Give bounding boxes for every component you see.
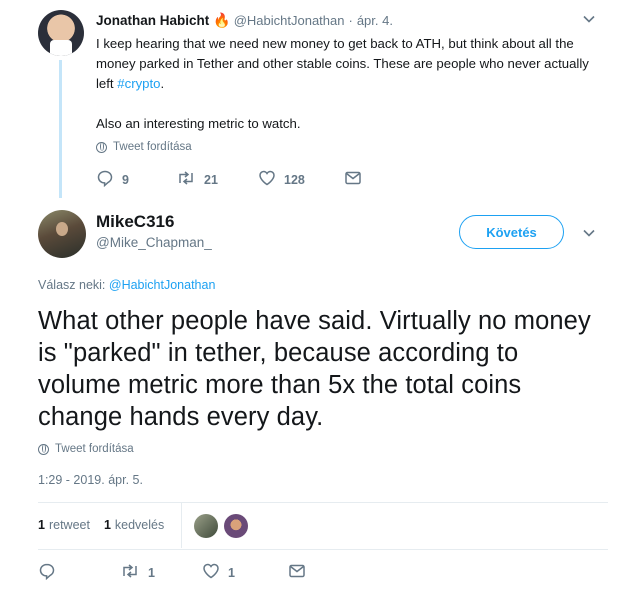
translate-label: Tweet fordítása xyxy=(113,141,192,153)
retweet-count: 1 xyxy=(148,566,155,580)
stats-divider xyxy=(181,503,182,548)
heart-icon xyxy=(202,562,220,585)
fire-emoji-icon: 🔥 xyxy=(213,12,231,28)
translate-label: Tweet fordítása xyxy=(55,443,134,455)
tweet-actions: 9 21 128 xyxy=(96,170,370,190)
likes-stat[interactable]: 1 kedvelés xyxy=(104,518,164,532)
follow-button[interactable]: Követés xyxy=(459,215,564,249)
divider xyxy=(38,502,608,503)
direct-message-button[interactable] xyxy=(288,562,314,585)
tweet-stats: 1 retweet 1 kedvelés xyxy=(38,518,178,532)
header-dot: · xyxy=(348,13,353,28)
author-name[interactable]: MikeC316 xyxy=(96,212,174,232)
reply-button[interactable] xyxy=(38,562,120,585)
author-handle[interactable]: @HabichtJonathan xyxy=(234,13,345,28)
author-handle[interactable]: @Mike_Chapman_ xyxy=(96,235,212,250)
avatar[interactable] xyxy=(38,210,86,258)
retweet-count: 21 xyxy=(204,173,218,187)
heart-icon xyxy=(258,169,276,192)
like-count: 128 xyxy=(284,173,305,187)
retweet-icon xyxy=(120,562,140,585)
globe-icon xyxy=(96,141,107,153)
translate-tweet-link[interactable]: Tweet fordítása xyxy=(96,141,192,153)
divider xyxy=(38,549,608,550)
chevron-down-icon[interactable] xyxy=(582,12,596,29)
retweet-icon xyxy=(176,169,196,192)
reply-to-handle-link[interactable]: @HabichtJonathan xyxy=(109,278,216,292)
tweet-timestamp[interactable]: 1:29 - 2019. ápr. 5. xyxy=(38,473,143,487)
like-count: 1 xyxy=(228,566,235,580)
like-button[interactable]: 128 xyxy=(258,169,344,192)
retweet-button[interactable]: 21 xyxy=(176,169,258,192)
parent-tweet[interactable]: Jonathan Habicht 🔥 @HabichtJonathan · áp… xyxy=(0,0,635,200)
avatar[interactable] xyxy=(224,514,248,538)
tweet-actions: 1 1 xyxy=(38,563,314,583)
avatar[interactable] xyxy=(194,514,218,538)
reply-icon xyxy=(96,169,114,192)
tweet-header: Jonathan Habicht 🔥 @HabichtJonathan · áp… xyxy=(96,12,393,29)
retweets-stat[interactable]: 1 retweet xyxy=(38,518,90,532)
thread-connector-line xyxy=(59,60,62,198)
reply-count: 9 xyxy=(122,173,129,187)
avatar[interactable] xyxy=(38,10,84,56)
globe-icon xyxy=(38,443,49,455)
replying-to: Válasz neki: @HabichtJonathan xyxy=(38,278,216,292)
translate-tweet-link[interactable]: Tweet fordítása xyxy=(38,443,134,455)
retweet-button[interactable]: 1 xyxy=(120,562,202,585)
hashtag-link[interactable]: #crypto xyxy=(117,76,160,91)
tweet-date[interactable]: ápr. 4. xyxy=(357,13,393,28)
tweet-text: I keep hearing that we need new money to… xyxy=(96,36,589,131)
envelope-icon xyxy=(344,169,362,192)
like-button[interactable]: 1 xyxy=(202,562,288,585)
author-name[interactable]: Jonathan Habicht xyxy=(96,13,209,28)
envelope-icon xyxy=(288,562,306,585)
reply-icon xyxy=(38,562,56,585)
reply-button[interactable]: 9 xyxy=(96,169,176,192)
direct-message-button[interactable] xyxy=(344,169,370,192)
tweet-text: What other people have said. Virtually n… xyxy=(38,307,591,431)
chevron-down-icon[interactable] xyxy=(582,226,596,243)
